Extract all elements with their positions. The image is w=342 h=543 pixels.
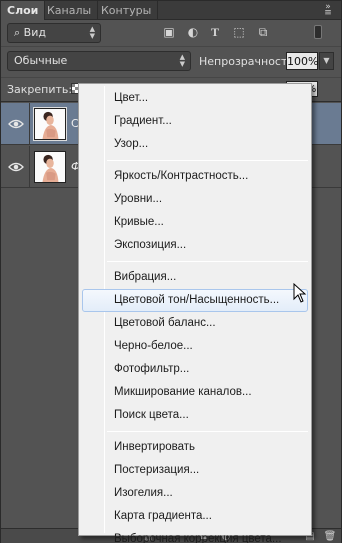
opacity-dropdown-button[interactable]: ▼ xyxy=(319,52,334,70)
blend-mode-value: Обычные xyxy=(14,54,68,67)
filter-kind-value: Вид xyxy=(23,26,46,39)
menu-item-curves[interactable]: Кривые... xyxy=(79,211,311,234)
mouse-cursor-icon xyxy=(293,283,307,303)
filter-kind-select[interactable]: ⌕ Вид ▲ ▼ xyxy=(7,23,101,43)
filter-pixel-icon[interactable]: ▣ xyxy=(161,24,177,40)
filter-type-icon[interactable]: T xyxy=(207,24,223,40)
lock-label: Закрепить: xyxy=(7,83,73,96)
panel-tab-bar: Слои Каналы Контуры » ≡ xyxy=(1,1,341,20)
tab-layers[interactable]: Слои xyxy=(1,1,46,20)
search-icon: ⌕ xyxy=(14,26,21,39)
menu-item-gradient-map[interactable]: Карта градиента... xyxy=(79,505,311,528)
tab-paths[interactable]: Контуры xyxy=(95,1,159,20)
eye-icon[interactable] xyxy=(8,160,24,174)
opacity-input[interactable]: 100% xyxy=(286,52,318,70)
select-arrows-icon: ▲ ▼ xyxy=(89,25,95,40)
menu-item-pattern[interactable]: Узор... xyxy=(79,133,311,156)
opacity-label: Непрозрачность: xyxy=(199,55,298,68)
blend-mode-select[interactable]: Обычные ▲ ▼ xyxy=(7,51,191,71)
menu-item-photo-filter[interactable]: Фотофильтр... xyxy=(79,358,311,381)
menu-item-selective-color[interactable]: Выборочная коррекция цвета... xyxy=(79,528,311,543)
menu-item-gradient[interactable]: Градиент... xyxy=(79,110,311,133)
menu-separator xyxy=(107,431,308,432)
new-adjustment-layer-menu: Цвет... Градиент... Узор... Яркость/Конт… xyxy=(78,83,312,543)
menu-item-posterize[interactable]: Постеризация... xyxy=(79,459,311,482)
menu-item-color-lookup[interactable]: Поиск цвета... xyxy=(79,404,311,427)
menu-item-levels[interactable]: Уровни... xyxy=(79,188,311,211)
select-arrows-icon: ▲ ▼ xyxy=(179,53,185,68)
menu-item-hue-saturation[interactable]: Цветовой тон/Насыщенность... xyxy=(82,289,308,312)
menu-item-color-balance[interactable]: Цветовой баланс... xyxy=(79,312,311,335)
eye-icon[interactable] xyxy=(8,117,24,131)
menu-item-exposure[interactable]: Экспозиция... xyxy=(79,234,311,257)
portrait-image xyxy=(35,109,65,139)
layer-thumbnail[interactable] xyxy=(34,151,66,183)
menu-item-invert[interactable]: Инвертировать xyxy=(79,436,311,459)
menu-separator xyxy=(107,261,308,262)
portrait-image xyxy=(35,152,65,182)
filter-toggle[interactable] xyxy=(314,25,322,39)
menu-item-channel-mixer[interactable]: Микширование каналов... xyxy=(79,381,311,404)
filter-shape-icon[interactable]: ⬚ xyxy=(231,24,247,40)
menu-item-vibrance[interactable]: Вибрация... xyxy=(79,266,311,289)
menu-item-threshold[interactable]: Изогелия... xyxy=(79,482,311,505)
menu-separator xyxy=(107,160,308,161)
layer-thumbnail[interactable] xyxy=(33,107,67,141)
menu-item-black-white[interactable]: Черно-белое... xyxy=(79,335,311,358)
tab-channels[interactable]: Каналы xyxy=(41,1,99,20)
filter-adjustment-icon[interactable]: ◐ xyxy=(185,24,201,40)
eye-divider xyxy=(29,103,30,145)
panel-menu-icon[interactable]: » ≡ xyxy=(321,3,335,18)
menu-item-brightness-contrast[interactable]: Яркость/Контрастность... xyxy=(79,165,311,188)
trash-icon[interactable]: 🗑 xyxy=(323,530,337,543)
filter-smart-object-icon[interactable]: ⧉ xyxy=(255,24,271,40)
eye-divider xyxy=(29,146,30,188)
menu-item-solid-color[interactable]: Цвет... xyxy=(79,87,311,110)
